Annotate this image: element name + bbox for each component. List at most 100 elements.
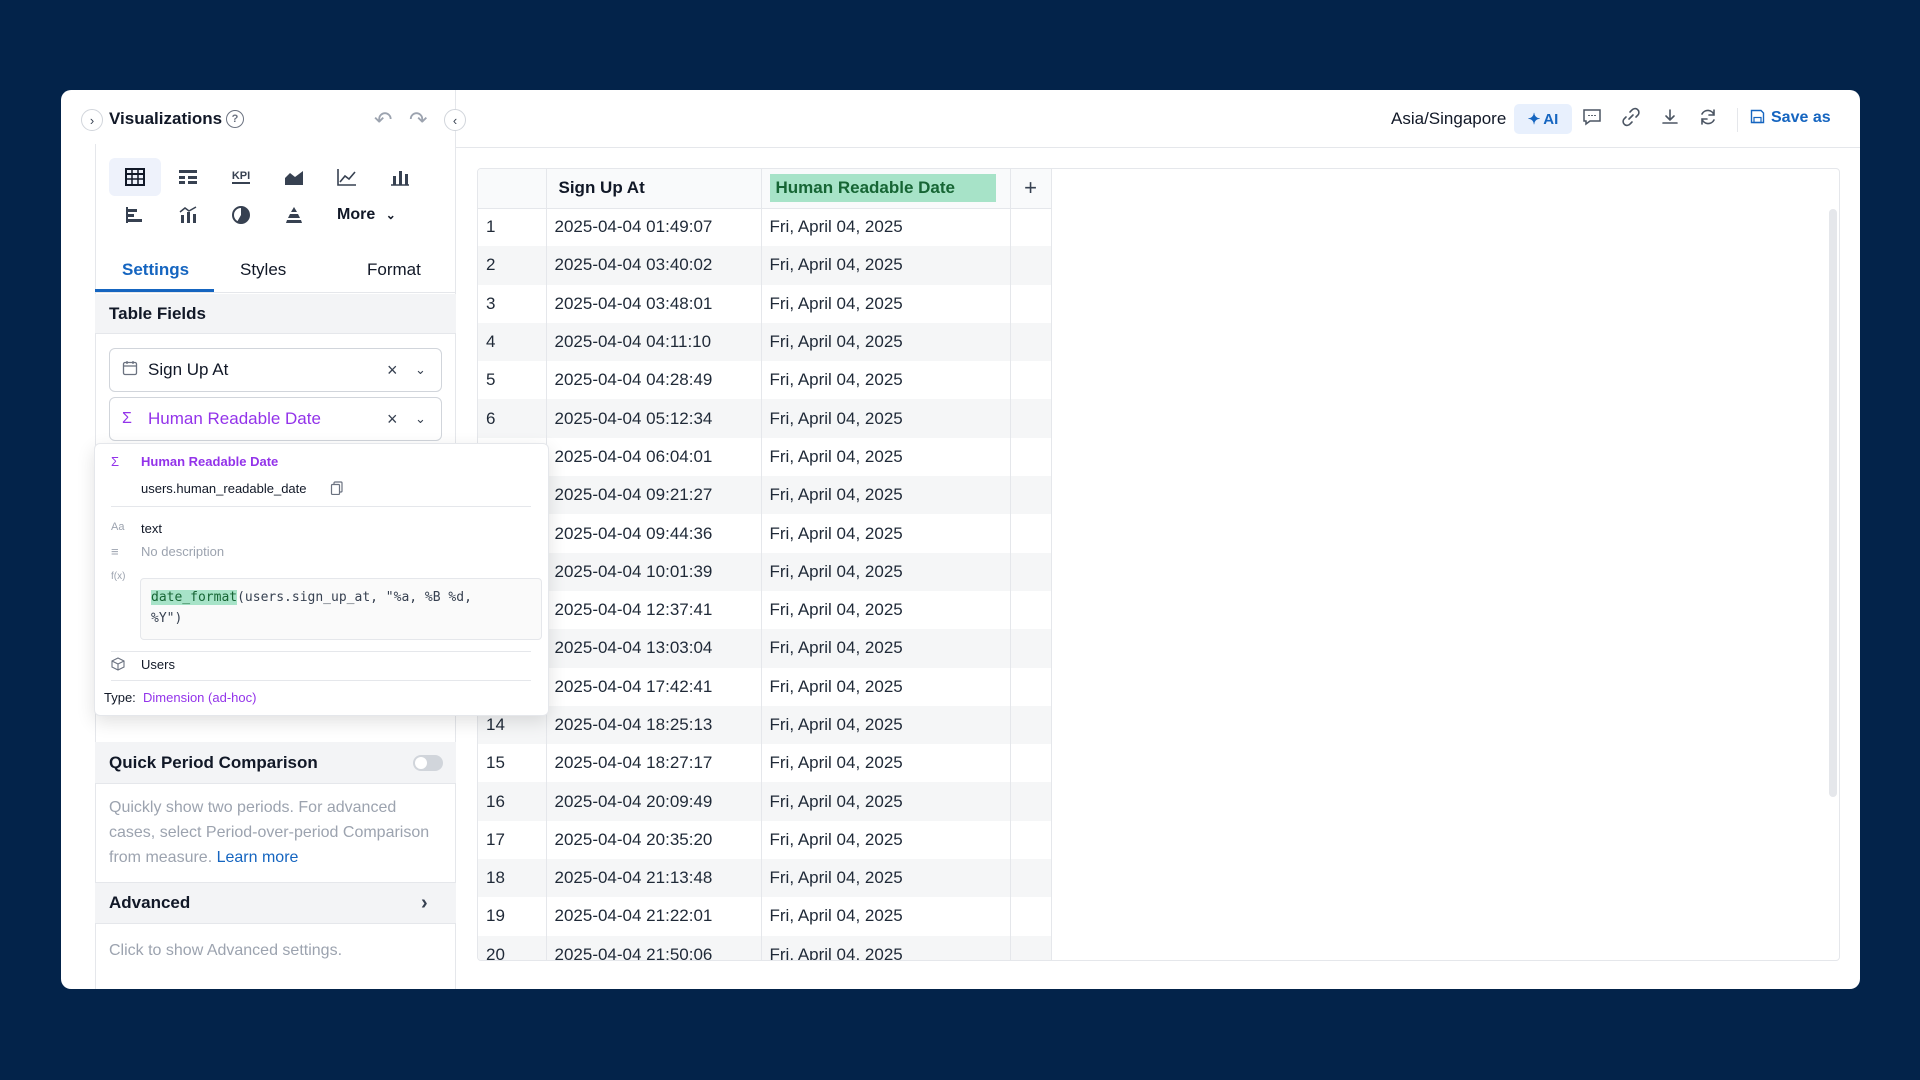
row-number[interactable]: 16	[478, 782, 547, 821]
cell-human-readable-date[interactable]: Fri, April 04, 2025	[761, 361, 1011, 400]
cell-human-readable-date[interactable]: Fri, April 04, 2025	[761, 705, 1011, 745]
field-sign-up-at[interactable]: Sign Up At × ⌄	[109, 348, 442, 392]
combo-chart-icon[interactable]	[162, 196, 214, 234]
cell-sign-up-at[interactable]: 2025-04-04 21:50:06	[546, 935, 762, 960]
expand-icon[interactable]: ›	[81, 109, 103, 131]
table-row: 72025-04-04 06:04:01Fri, April 04, 2025	[478, 437, 1052, 477]
cell-human-readable-date[interactable]: Fri, April 04, 2025	[761, 246, 1011, 285]
cell-sign-up-at[interactable]: 2025-04-04 09:21:27	[546, 476, 762, 515]
toolbar: Asia/Singapore ✦ AI Save as	[456, 90, 1860, 148]
row-number[interactable]: 19	[478, 897, 547, 936]
add-column-button[interactable]: +	[1010, 169, 1052, 209]
cell-sign-up-at[interactable]: 2025-04-04 13:03:04	[546, 629, 762, 668]
cell-human-readable-date[interactable]: Fri, April 04, 2025	[761, 744, 1011, 783]
area-chart-icon[interactable]	[268, 158, 320, 196]
save-as-button[interactable]: Save as	[1750, 109, 1831, 127]
cell-human-readable-date[interactable]: Fri, April 04, 2025	[761, 935, 1011, 960]
tab-styles[interactable]: Styles	[240, 260, 286, 280]
row-number[interactable]: 6	[478, 399, 547, 438]
redo-icon[interactable]: ↷	[409, 107, 427, 133]
line-chart-icon[interactable]	[321, 158, 373, 196]
ai-button[interactable]: ✦ AI	[1514, 104, 1572, 134]
cell-sign-up-at[interactable]: 2025-04-04 18:25:13	[546, 705, 762, 745]
help-icon[interactable]: ?	[226, 110, 244, 128]
pie-chart-icon[interactable]	[215, 196, 267, 234]
text-type-icon: Aa	[111, 521, 125, 533]
row-number[interactable]: 18	[478, 859, 547, 898]
cell-human-readable-date[interactable]: Fri, April 04, 2025	[761, 590, 1011, 630]
empty-cell	[1010, 782, 1052, 821]
cell-human-readable-date[interactable]: Fri, April 04, 2025	[761, 514, 1011, 553]
row-number[interactable]: 1	[478, 208, 547, 247]
more-chart-types-button[interactable]: More ⌄	[337, 206, 396, 224]
column-header-sign-up-at[interactable]: Sign Up At	[546, 169, 762, 209]
advanced-header[interactable]: Advanced ›	[95, 882, 456, 924]
table-row: 132025-04-04 17:42:41Fri, April 04, 2025	[478, 667, 1052, 706]
row-number[interactable]: 20	[478, 935, 547, 960]
row-number[interactable]: 5	[478, 361, 547, 400]
cell-sign-up-at[interactable]: 2025-04-04 21:13:48	[546, 859, 762, 898]
cell-human-readable-date[interactable]: Fri, April 04, 2025	[761, 897, 1011, 936]
remove-field-icon[interactable]: ×	[387, 409, 398, 430]
funnel-icon[interactable]	[268, 196, 320, 234]
refresh-icon[interactable]	[1698, 107, 1718, 133]
cell-sign-up-at[interactable]: 2025-04-04 12:37:41	[546, 590, 762, 630]
cell-sign-up-at[interactable]: 2025-04-04 17:42:41	[546, 667, 762, 706]
cell-sign-up-at[interactable]: 2025-04-04 09:44:36	[546, 514, 762, 553]
download-icon[interactable]	[1660, 107, 1680, 133]
cell-human-readable-date[interactable]: Fri, April 04, 2025	[761, 208, 1011, 247]
cell-human-readable-date[interactable]: Fri, April 04, 2025	[761, 284, 1011, 323]
cell-human-readable-date[interactable]: Fri, April 04, 2025	[761, 399, 1011, 438]
quick-period-comparison-toggle[interactable]	[413, 755, 443, 771]
timezone-selector[interactable]: Asia/Singapore	[1391, 109, 1506, 129]
cell-human-readable-date[interactable]: Fri, April 04, 2025	[761, 552, 1011, 591]
row-number[interactable]: 3	[478, 284, 547, 323]
pivot-table-icon[interactable]	[162, 158, 214, 196]
vertical-scrollbar[interactable]	[1829, 209, 1837, 797]
row-number[interactable]: 15	[478, 744, 547, 783]
cell-sign-up-at[interactable]: 2025-04-04 20:35:20	[546, 820, 762, 860]
cell-sign-up-at[interactable]: 2025-04-04 04:28:49	[546, 361, 762, 400]
row-number[interactable]: 17	[478, 820, 547, 860]
copy-icon[interactable]	[330, 481, 344, 500]
cell-human-readable-date[interactable]: Fri, April 04, 2025	[761, 820, 1011, 860]
cell-sign-up-at[interactable]: 2025-04-04 20:09:49	[546, 782, 762, 821]
row-number[interactable]: 2	[478, 246, 547, 285]
tab-format[interactable]: Format	[367, 260, 421, 280]
cell-sign-up-at[interactable]: 2025-04-04 03:40:02	[546, 246, 762, 285]
cell-human-readable-date[interactable]: Fri, April 04, 2025	[761, 476, 1011, 515]
cell-sign-up-at[interactable]: 2025-04-04 21:22:01	[546, 897, 762, 936]
cell-human-readable-date[interactable]: Fri, April 04, 2025	[761, 667, 1011, 706]
row-number[interactable]: 4	[478, 322, 547, 362]
remove-field-icon[interactable]: ×	[387, 360, 398, 381]
comment-icon[interactable]	[1582, 107, 1602, 133]
column-header-human-readable-date[interactable]: Human Readable Date	[761, 169, 1011, 209]
horizontal-bar-icon[interactable]	[109, 196, 161, 234]
cell-sign-up-at[interactable]: 2025-04-04 05:12:34	[546, 399, 762, 438]
tab-settings[interactable]: Settings	[122, 260, 189, 280]
cell-sign-up-at[interactable]: 2025-04-04 04:11:10	[546, 322, 762, 362]
bar-chart-icon[interactable]	[374, 158, 426, 196]
cell-human-readable-date[interactable]: Fri, April 04, 2025	[761, 322, 1011, 362]
empty-cell	[1010, 361, 1052, 400]
cell-human-readable-date[interactable]: Fri, April 04, 2025	[761, 629, 1011, 668]
cell-sign-up-at[interactable]: 2025-04-04 10:01:39	[546, 552, 762, 591]
table-icon[interactable]	[109, 158, 161, 196]
chevron-down-icon[interactable]: ⌄	[415, 411, 426, 427]
undo-icon[interactable]: ↶	[374, 107, 392, 133]
cell-sign-up-at[interactable]: 2025-04-04 01:49:07	[546, 208, 762, 247]
cell-sign-up-at[interactable]: 2025-04-04 06:04:01	[546, 437, 762, 477]
chevron-down-icon[interactable]: ⌄	[415, 362, 426, 378]
cell-sign-up-at[interactable]: 2025-04-04 18:27:17	[546, 744, 762, 783]
learn-more-link[interactable]: Learn more	[217, 849, 299, 866]
collapse-panel-icon[interactable]: ‹	[444, 109, 466, 131]
link-icon[interactable]	[1621, 107, 1641, 133]
cell-sign-up-at[interactable]: 2025-04-04 03:48:01	[546, 284, 762, 323]
cell-human-readable-date[interactable]: Fri, April 04, 2025	[761, 859, 1011, 898]
chevron-right-icon: ›	[421, 891, 428, 914]
cell-human-readable-date[interactable]: Fri, April 04, 2025	[761, 437, 1011, 477]
toolbar-divider	[1737, 108, 1738, 132]
field-human-readable-date[interactable]: Σ Human Readable Date × ⌄	[109, 397, 442, 441]
kpi-icon[interactable]: KPI	[215, 158, 267, 196]
cell-human-readable-date[interactable]: Fri, April 04, 2025	[761, 782, 1011, 821]
